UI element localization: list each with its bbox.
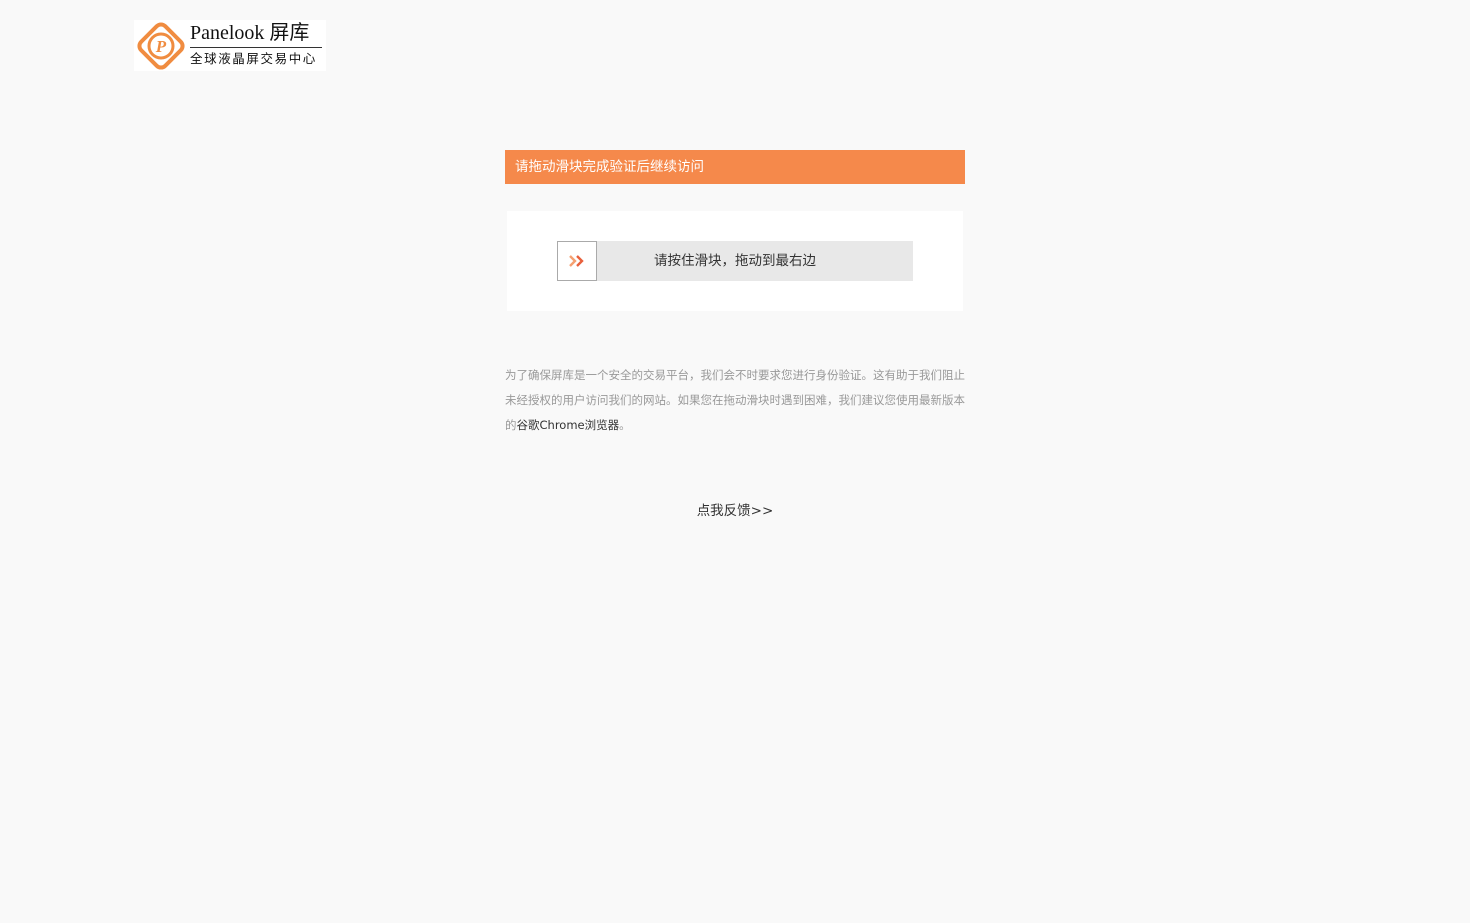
feedback-link[interactable]: 点我反馈>> xyxy=(635,500,835,522)
slider-hint: 请按住滑块，拖动到最右边 xyxy=(654,253,816,269)
slider-handle[interactable] xyxy=(557,241,597,281)
logo-subtitle: 全球液晶屏交易中心 xyxy=(190,51,317,66)
logo-divider xyxy=(190,47,322,48)
chrome-browser-link[interactable]: 谷歌Chrome浏览器 xyxy=(517,418,620,432)
slider-track[interactable]: 请按住滑块，拖动到最右边 xyxy=(557,241,913,281)
panelook-logo[interactable]: P Panelook 屏库 全球液晶屏交易中心 xyxy=(134,20,326,71)
verification-explanation: 为了确保屏库是一个安全的交易平台，我们会不时要求您进行身份验证。这有助于我们阻止… xyxy=(505,363,967,438)
panelook-logo-icon: P xyxy=(137,22,185,70)
explanation-end: 。 xyxy=(619,418,631,432)
double-chevron-right-icon xyxy=(569,255,584,267)
logo-title: Panelook 屏库 xyxy=(190,22,310,44)
slider-captcha-panel: 请按住滑块，拖动到最右边 xyxy=(507,211,963,311)
verification-banner: 请拖动滑块完成验证后继续访问 xyxy=(505,150,965,184)
svg-text:P: P xyxy=(155,37,167,56)
